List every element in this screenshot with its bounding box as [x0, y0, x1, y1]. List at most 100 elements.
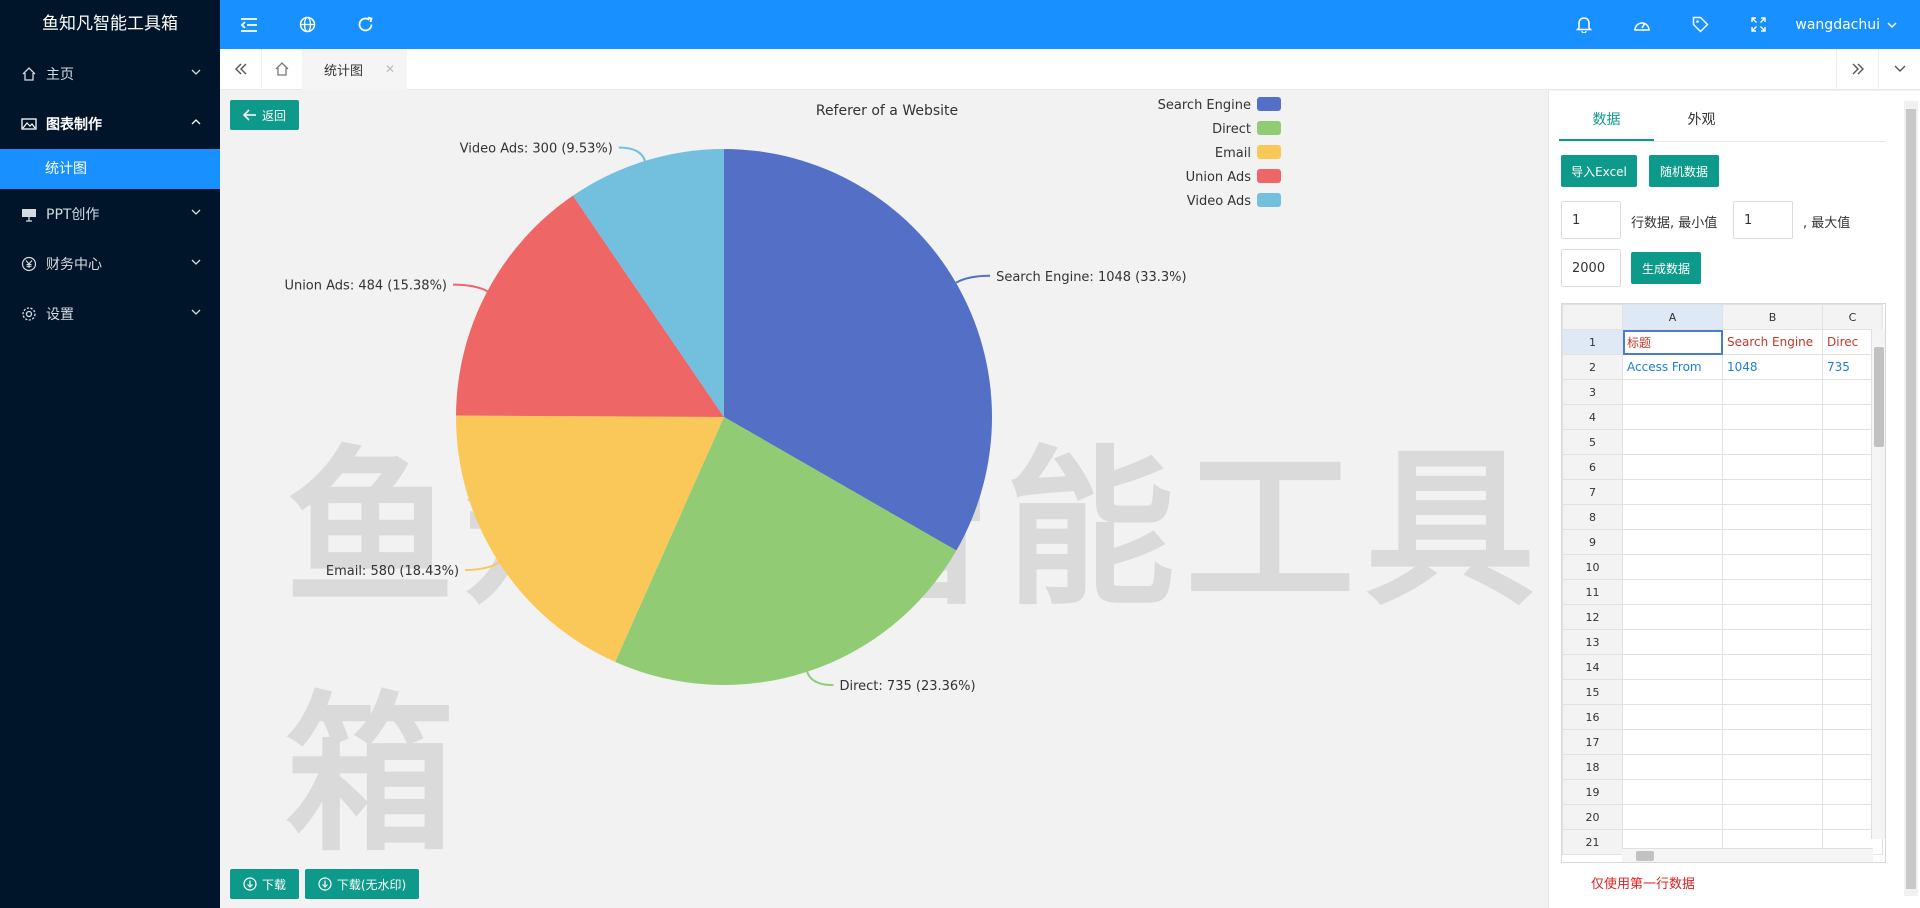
table-cell[interactable] [1722, 629, 1823, 655]
row-header[interactable]: 19 [1562, 779, 1623, 805]
table-cell[interactable] [1722, 529, 1823, 555]
legend-item[interactable]: Email [1215, 146, 1251, 161]
panel-scrollbar[interactable] [1904, 101, 1918, 896]
table-cell[interactable] [1622, 454, 1723, 480]
random-data-button[interactable]: 随机数据 [1649, 155, 1719, 187]
legend-swatch[interactable] [1257, 193, 1281, 207]
table-cell[interactable] [1622, 479, 1723, 505]
table-cell[interactable] [1722, 604, 1823, 630]
table-cell[interactable]: Search Engine [1722, 329, 1823, 355]
spreadsheet[interactable]: A B C 1 标题 Search Engine Direc 2 Access … [1561, 303, 1886, 863]
table-cell[interactable] [1622, 804, 1723, 830]
rows-input[interactable] [1561, 201, 1621, 239]
table-cell[interactable] [1722, 454, 1823, 480]
row-header[interactable]: 17 [1562, 729, 1623, 755]
row-header[interactable]: 20 [1562, 804, 1623, 830]
close-icon[interactable]: ✕ [385, 62, 395, 76]
row-header[interactable]: 13 [1562, 629, 1623, 655]
row-header[interactable]: 6 [1562, 454, 1623, 480]
table-cell[interactable] [1722, 554, 1823, 580]
dashboard-icon[interactable] [1613, 0, 1671, 49]
download-button[interactable]: 下载 [230, 869, 299, 899]
table-cell[interactable] [1622, 529, 1723, 555]
tab-statistics[interactable]: 统计图 ✕ [302, 48, 408, 90]
sidebar-item-settings[interactable]: 设置 [0, 289, 220, 339]
horizontal-scrollbar[interactable] [1622, 848, 1873, 862]
row-header[interactable]: 4 [1562, 404, 1623, 430]
row-header[interactable]: 3 [1562, 379, 1623, 405]
table-cell[interactable] [1722, 704, 1823, 730]
table-cell[interactable] [1722, 404, 1823, 430]
import-excel-button[interactable]: 导入Excel [1561, 155, 1637, 187]
table-cell[interactable] [1622, 679, 1723, 705]
menu-fold-icon[interactable] [220, 0, 278, 49]
table-cell[interactable] [1722, 504, 1823, 530]
sidebar-item-home[interactable]: 主页 [0, 49, 220, 99]
tag-icon[interactable] [1671, 0, 1729, 49]
tabs-dropdown-icon[interactable] [1878, 48, 1920, 90]
table-cell[interactable] [1722, 804, 1823, 830]
sidebar-item-finance[interactable]: 财务中心 [0, 239, 220, 289]
legend-item[interactable]: Direct [1212, 122, 1251, 137]
row-header[interactable]: 1 [1562, 329, 1623, 355]
table-cell[interactable] [1622, 379, 1723, 405]
table-cell[interactable] [1722, 379, 1823, 405]
table-cell[interactable] [1722, 679, 1823, 705]
vertical-scrollbar[interactable] [1871, 329, 1885, 839]
table-cell[interactable] [1622, 604, 1723, 630]
row-header[interactable]: 2 [1562, 354, 1623, 380]
sidebar-item-ppt[interactable]: PPT创作 [0, 189, 220, 239]
table-cell[interactable] [1722, 579, 1823, 605]
refresh-icon[interactable] [336, 0, 394, 49]
table-cell[interactable] [1722, 754, 1823, 780]
scroll-thumb[interactable] [1636, 851, 1654, 861]
column-header[interactable]: C [1822, 304, 1883, 330]
row-header[interactable]: 7 [1562, 479, 1623, 505]
table-cell[interactable] [1622, 704, 1723, 730]
column-header[interactable]: B [1722, 304, 1823, 330]
scroll-thumb[interactable] [1874, 347, 1884, 447]
row-header[interactable]: 11 [1562, 579, 1623, 605]
min-value-input[interactable] [1733, 201, 1793, 239]
table-cell[interactable] [1622, 779, 1723, 805]
row-header[interactable]: 18 [1562, 754, 1623, 780]
table-cell[interactable] [1622, 729, 1723, 755]
legend-swatch[interactable] [1257, 97, 1281, 111]
table-cell[interactable] [1622, 654, 1723, 680]
max-value-input[interactable] [1561, 249, 1621, 287]
row-header[interactable]: 9 [1562, 529, 1623, 555]
scroll-thumb[interactable] [1906, 109, 1916, 889]
row-header[interactable]: 16 [1562, 704, 1623, 730]
row-header[interactable]: 21 [1562, 829, 1623, 855]
table-cell[interactable] [1622, 404, 1723, 430]
download-no-watermark-button[interactable]: 下载(无水印) [305, 869, 419, 899]
table-cell[interactable] [1722, 429, 1823, 455]
globe-icon[interactable] [278, 0, 336, 49]
sidebar-subitem-statistics[interactable]: 统计图 [0, 149, 220, 189]
table-cell[interactable] [1622, 579, 1723, 605]
table-cell[interactable] [1722, 654, 1823, 680]
table-cell[interactable]: 1048 [1722, 354, 1823, 380]
table-cell[interactable] [1722, 779, 1823, 805]
table-cell[interactable] [1622, 554, 1723, 580]
row-header[interactable]: 15 [1562, 679, 1623, 705]
row-header[interactable]: 14 [1562, 654, 1623, 680]
tab-appearance[interactable]: 外观 [1654, 99, 1749, 141]
row-header[interactable]: 10 [1562, 554, 1623, 580]
row-header[interactable]: 12 [1562, 604, 1623, 630]
home-tab-icon[interactable] [262, 49, 302, 90]
tabs-scroll-right-icon[interactable] [1836, 48, 1878, 90]
user-menu[interactable]: wangdachui [1787, 0, 1920, 49]
generate-data-button[interactable]: 生成数据 [1631, 252, 1701, 284]
legend-swatch[interactable] [1257, 169, 1281, 183]
fullscreen-icon[interactable] [1729, 0, 1787, 49]
sidebar-item-charts[interactable]: 图表制作 [0, 99, 220, 149]
legend-swatch[interactable] [1257, 121, 1281, 135]
tabs-scroll-left-icon[interactable] [220, 48, 262, 90]
back-button[interactable]: 返回 [230, 100, 299, 130]
table-cell[interactable] [1622, 629, 1723, 655]
column-header[interactable]: A [1622, 304, 1723, 330]
table-cell[interactable]: Access From [1622, 354, 1723, 380]
table-cell[interactable] [1622, 429, 1723, 455]
table-cell[interactable] [1722, 479, 1823, 505]
